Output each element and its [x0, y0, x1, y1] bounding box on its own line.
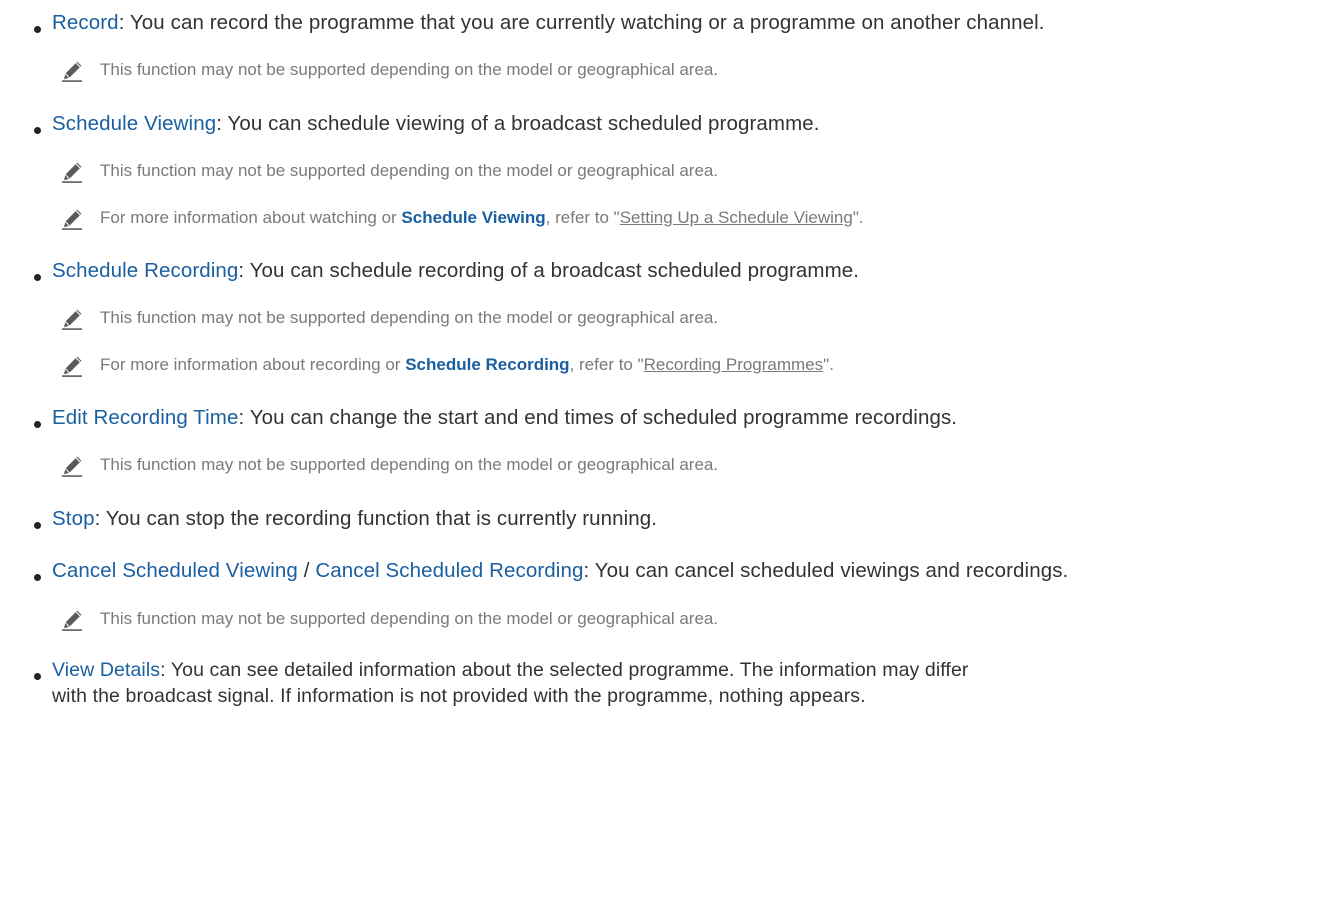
item-text: Edit Recording Time: You can change the …: [52, 401, 1330, 435]
bullet: [34, 274, 41, 281]
item-description: : You can stop the recording function th…: [94, 507, 658, 530]
item-description: : You can change the start and end times…: [238, 406, 958, 429]
pencil-icon: [61, 309, 83, 330]
link-recording-programmes[interactable]: Recording Programmes: [644, 355, 824, 374]
menu-term-stop: Stop: [52, 507, 95, 530]
pencil-icon: [61, 162, 83, 183]
menu-term-view-details: View Details: [52, 659, 161, 681]
item-text: View Details: You can see detailed infor…: [52, 657, 1330, 709]
note-text: This function may not be supported depen…: [100, 60, 719, 79]
note-text: This function may not be supported depen…: [100, 308, 719, 327]
separator: /: [297, 559, 316, 582]
item-description: : You can see detailed information about…: [160, 659, 969, 681]
note-text-part: , refer to ": [545, 208, 620, 227]
item-description-continued: with the broadcast signal. If informatio…: [52, 685, 866, 707]
item-description: : You can cancel scheduled viewings and …: [583, 559, 1069, 582]
item-text: Schedule Recording: You can schedule rec…: [52, 254, 1330, 288]
item-text: Cancel Scheduled Viewing / Cancel Schedu…: [52, 554, 1330, 588]
link-setting-up-schedule-viewing[interactable]: Setting Up a Schedule Viewing: [620, 208, 853, 227]
note-text: This function may not be supported depen…: [100, 161, 719, 180]
note-text-part: , refer to ": [569, 355, 644, 374]
note-text: For more information about recording or …: [100, 353, 1330, 377]
bullet: [34, 127, 41, 134]
bullet: [34, 522, 41, 529]
bullet: [34, 574, 41, 581]
note-text: For more information about watching or S…: [100, 206, 1330, 230]
pencil-icon: [61, 209, 83, 230]
pencil-icon: [61, 610, 83, 631]
item-description: : You can schedule recording of a broadc…: [238, 259, 860, 282]
item-text: Schedule Viewing: You can schedule viewi…: [52, 107, 1330, 141]
menu-term-record: Record: [52, 11, 119, 34]
note-text-part: For more information about watching or: [100, 208, 402, 227]
menu-term-edit-recording-time: Edit Recording Time: [52, 406, 239, 429]
note-text-part: ".: [852, 208, 864, 227]
bullet: [34, 421, 41, 428]
item-description: : You can schedule viewing of a broadcas…: [216, 112, 820, 135]
note-text-part: For more information about recording or: [100, 355, 406, 374]
document-page: Record: You can record the programme tha…: [0, 0, 1338, 901]
note-text: This function may not be supported depen…: [100, 455, 719, 474]
bullet: [34, 26, 41, 33]
item-description: : You can record the programme that you …: [118, 11, 1045, 34]
pencil-icon: [61, 61, 83, 82]
menu-term-schedule-recording: Schedule Recording: [52, 259, 239, 282]
note-term-schedule-recording: Schedule Recording: [405, 355, 570, 374]
note-text-part: ".: [823, 355, 834, 374]
menu-term-cancel-scheduled-viewing: Cancel Scheduled Viewing: [52, 559, 298, 582]
menu-term-schedule-viewing: Schedule Viewing: [52, 112, 217, 135]
pencil-icon: [61, 456, 83, 477]
note-term-schedule-viewing: Schedule Viewing: [401, 208, 546, 227]
item-text: Stop: You can stop the recording functio…: [52, 502, 1330, 536]
bullet: [34, 673, 41, 680]
menu-term-cancel-scheduled-recording: Cancel Scheduled Recording: [315, 559, 584, 582]
item-text: Record: You can record the programme tha…: [52, 6, 1330, 40]
pencil-icon: [61, 356, 83, 377]
note-text: This function may not be supported depen…: [100, 609, 719, 628]
